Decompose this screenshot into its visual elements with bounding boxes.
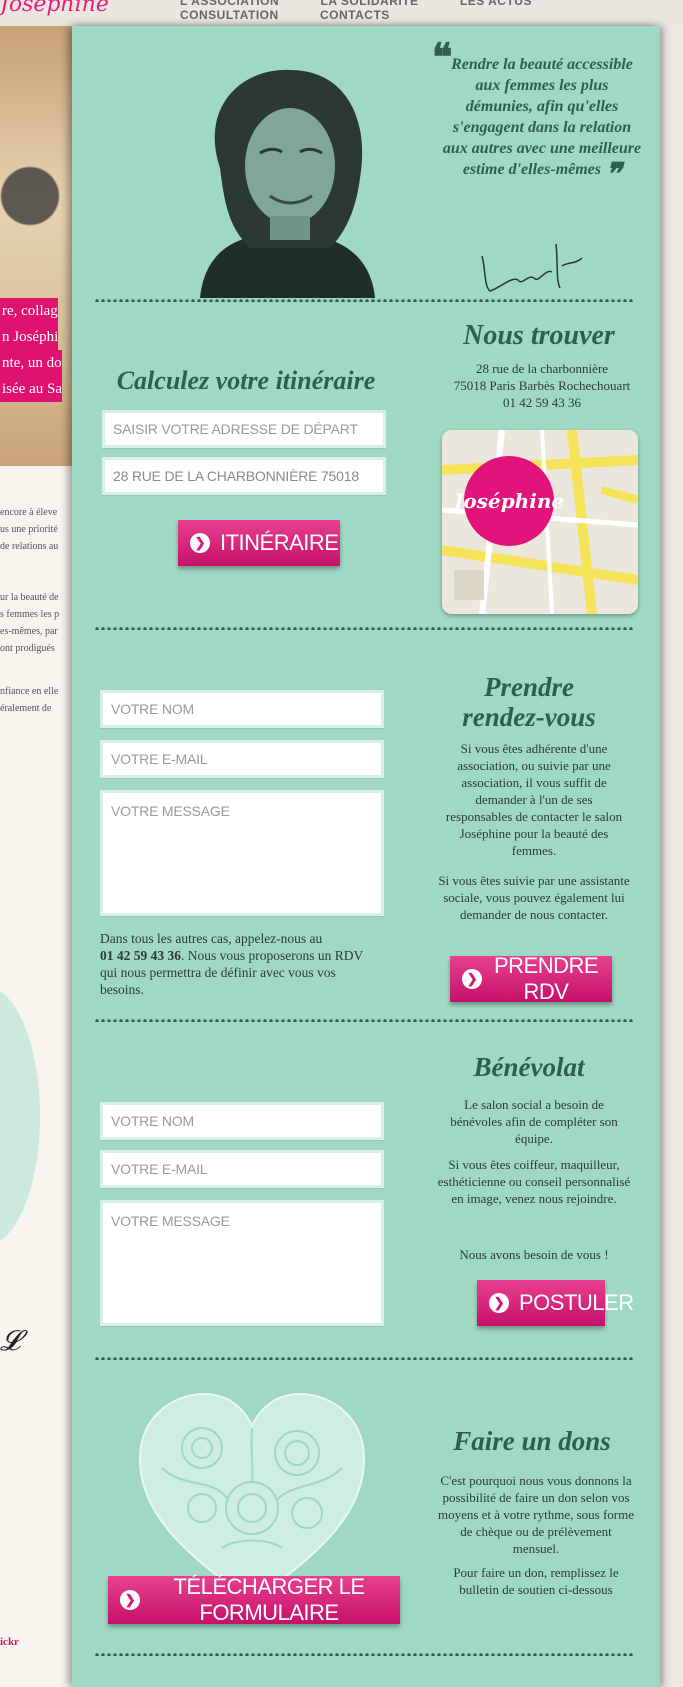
volunteer-message-input[interactable] [100, 1200, 384, 1326]
book-appointment-label: PRENDRE RDV [493, 953, 599, 1004]
background-text: encore à éleve us une priorité de relati… [0, 507, 60, 714]
site-logo[interactable]: Joséphine [0, 0, 109, 17]
volunteer-email-input[interactable] [100, 1150, 384, 1188]
background-photo: re, collag n Joséphi nte, un do isée au … [0, 26, 72, 466]
background-page: re, collag n Joséphi nte, un do isée au … [0, 26, 72, 1687]
rdv-phone-number: 01 42 59 43 36 [100, 948, 181, 963]
section-divider [94, 1018, 634, 1022]
donation-title: Faire un dons [453, 1426, 611, 1456]
arrow-right-icon: ❯ [190, 533, 210, 553]
apply-button[interactable]: ❯ POSTULER [477, 1280, 634, 1326]
donation-paragraph-1: C'est pourquoi nous vous donnons la poss… [437, 1473, 635, 1556]
quote-close-mark: ❞ [605, 158, 622, 191]
start-address-input[interactable] [102, 410, 386, 448]
section-divider [94, 298, 634, 302]
address-line-2: 75018 Paris Barbès Rochechouart [453, 378, 631, 393]
rdv-title: Prendre rendez-vous [462, 672, 596, 732]
itinerary-button[interactable]: ❯ ITINÉRAIRE [178, 520, 340, 566]
rdv-paragraph-2: Si vous êtes suivie par une assistante s… [438, 873, 630, 922]
main-nav: L'association La solidarité Les actus Co… [180, 0, 683, 22]
download-form-label: TÉLÉCHARGER LE FORMULAIRE [173, 1574, 365, 1625]
phone-number: 01 42 59 43 36 [503, 395, 581, 410]
founder-signature [481, 243, 583, 292]
background-portrait [0, 146, 72, 276]
volunteer-title: Bénévolat [473, 1052, 585, 1082]
background-signature: 𝓛 [0, 1326, 21, 1357]
background-pink-caption: isée au Sa [0, 376, 62, 402]
section-divider [94, 1652, 634, 1656]
map-marker-logo: Joséphine [454, 456, 564, 546]
contact-panel: ❝ Rendre la beauté accessible aux femmes… [72, 26, 660, 1687]
donation-paragraph-2: Pour faire un don, remplissez le bulleti… [453, 1565, 619, 1597]
top-nav-bar: Joséphine L'association La solidarité Le… [0, 0, 683, 26]
find-us-title: Nous trouver [463, 320, 615, 351]
background-pink-caption: nte, un do [0, 350, 62, 376]
location-map[interactable]: Joséphine [442, 430, 638, 614]
rdv-email-input[interactable] [100, 740, 384, 778]
rdv-paragraph-1: Si vous êtes adhérente d'une association… [445, 741, 623, 858]
nav-item-solidarite[interactable]: La solidarité [320, 0, 418, 8]
founder-portrait [160, 48, 410, 298]
section-divider [94, 626, 634, 630]
itinerary-title: Calculez votre itinéraire [116, 366, 376, 395]
volunteer-name-input[interactable] [100, 1102, 384, 1140]
nav-item-consultation[interactable]: Consultation [180, 8, 279, 22]
nav-item-actus[interactable]: Les actus [460, 0, 532, 8]
volunteer-paragraph-1: Le salon social a besoin de bénévoles af… [450, 1097, 618, 1146]
rdv-name-input[interactable] [100, 690, 384, 728]
background-pink-caption: re, collag [0, 298, 58, 324]
volunteer-paragraph-2: Si vous êtes coiffeur, maquilleur, esthé… [437, 1157, 631, 1206]
apply-button-label: POSTULER [519, 1290, 634, 1315]
destination-address-input[interactable] [102, 457, 386, 495]
arrow-right-icon: ❯ [489, 1293, 509, 1313]
nav-item-contacts[interactable]: Contacts [320, 8, 390, 22]
background-social-link[interactable]: ickr [0, 1636, 19, 1648]
quote-open-mark: ❝ [432, 37, 453, 79]
rdv-phone-note: Dans tous les autres cas, appelez-nous a… [100, 931, 364, 997]
founder-quote: ❝ Rendre la beauté accessible aux femmes… [432, 39, 642, 190]
itinerary-button-label: ITINÉRAIRE [220, 530, 339, 555]
background-pink-caption: n Joséphi [0, 324, 59, 350]
nav-item-association[interactable]: L'association [180, 0, 279, 8]
address-line-1: 28 rue de la charbonnière [475, 361, 609, 376]
arrow-right-icon: ❯ [120, 1590, 140, 1610]
download-form-button[interactable]: ❯ TÉLÉCHARGER LE FORMULAIRE [108, 1574, 400, 1625]
book-appointment-button[interactable]: ❯ PRENDRE RDV [450, 953, 612, 1004]
rdv-message-input[interactable] [100, 790, 384, 916]
background-circle-graphic [0, 986, 40, 1246]
section-divider [94, 1356, 634, 1360]
volunteer-paragraph-3: Nous avons besoin de vous ! [459, 1247, 609, 1262]
find-us-address: 28 rue de la charbonnière 75018 Paris Ba… [412, 360, 672, 411]
arrow-right-icon: ❯ [462, 969, 482, 989]
